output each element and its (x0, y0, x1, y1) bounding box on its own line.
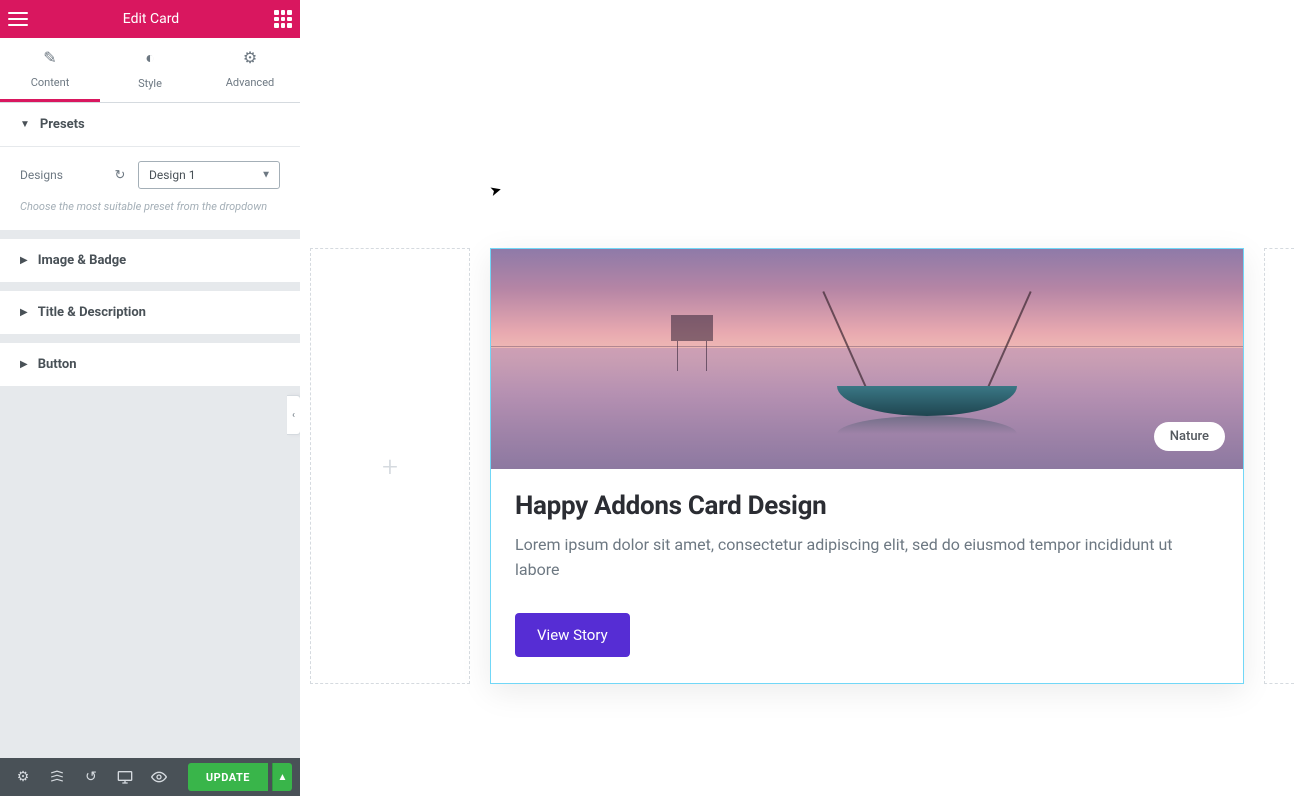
card-badge: Nature (1154, 422, 1225, 451)
card-image: Nature (491, 249, 1243, 469)
add-column-placeholder[interactable]: + (310, 248, 470, 684)
gear-icon: ⚙ (200, 48, 300, 67)
tab-style[interactable]: ◐ Style (100, 38, 200, 102)
section-title-desc: ▶ Title & Description (0, 291, 300, 335)
contrast-icon: ◐ (100, 48, 200, 68)
update-options-button[interactable]: ▲ (272, 763, 292, 791)
editor-sidebar: Edit Card ✎ Content ◐ Style ⚙ Advanced ▼… (0, 0, 300, 796)
next-column-placeholder[interactable] (1264, 248, 1294, 684)
tab-advanced[interactable]: ⚙ Advanced (200, 38, 300, 102)
plus-icon: + (382, 450, 398, 483)
sidebar-header: Edit Card (0, 0, 300, 38)
navigator-icon[interactable] (42, 762, 72, 792)
update-button[interactable]: UPDATE (188, 763, 268, 791)
card-title: Happy Addons Card Design (515, 491, 1219, 521)
designs-select[interactable] (138, 161, 280, 189)
chevron-right-icon: ▶ (20, 359, 28, 370)
card-widget[interactable]: Nature Happy Addons Card Design Lorem ip… (490, 248, 1244, 684)
history-icon[interactable]: ↺ (76, 762, 106, 792)
card-description: Lorem ipsum dolor sit amet, consectetur … (515, 533, 1219, 583)
menu-icon[interactable] (8, 12, 28, 26)
section-image-badge-header[interactable]: ▶ Image & Badge (0, 239, 300, 283)
chevron-right-icon: ▶ (20, 307, 28, 318)
preview-canvas[interactable]: + Nature Happy Addons Card Design Lorem … (300, 0, 1300, 796)
pencil-icon: ✎ (0, 48, 100, 67)
panel-title: Edit Card (28, 11, 274, 27)
cursor-icon: ➤ (488, 182, 503, 200)
tab-content[interactable]: ✎ Content (0, 38, 100, 102)
card-button[interactable]: View Story (515, 613, 630, 657)
section-presets: ▼ Presets Designs ↻ ▼ Choose the most su… (0, 103, 300, 231)
editor-tabs: ✎ Content ◐ Style ⚙ Advanced (0, 38, 300, 103)
section-presets-header[interactable]: ▼ Presets (0, 103, 300, 147)
designs-help: Choose the most suitable preset from the… (20, 199, 280, 214)
section-button-header[interactable]: ▶ Button (0, 343, 300, 387)
section-button: ▶ Button (0, 343, 300, 387)
reset-icon[interactable]: ↻ (110, 165, 130, 185)
designs-label: Designs (20, 168, 63, 182)
collapse-sidebar-button[interactable]: ‹ (287, 395, 301, 435)
section-title-desc-header[interactable]: ▶ Title & Description (0, 291, 300, 335)
widgets-icon[interactable] (274, 10, 292, 28)
settings-icon[interactable]: ⚙ (8, 762, 38, 792)
chevron-right-icon: ▶ (20, 255, 28, 266)
preview-icon[interactable] (144, 762, 174, 792)
sidebar-footer: ⚙ ↺ UPDATE ▲ (0, 758, 300, 796)
responsive-icon[interactable] (110, 762, 140, 792)
chevron-down-icon: ▼ (20, 119, 30, 130)
section-image-badge: ▶ Image & Badge (0, 239, 300, 283)
